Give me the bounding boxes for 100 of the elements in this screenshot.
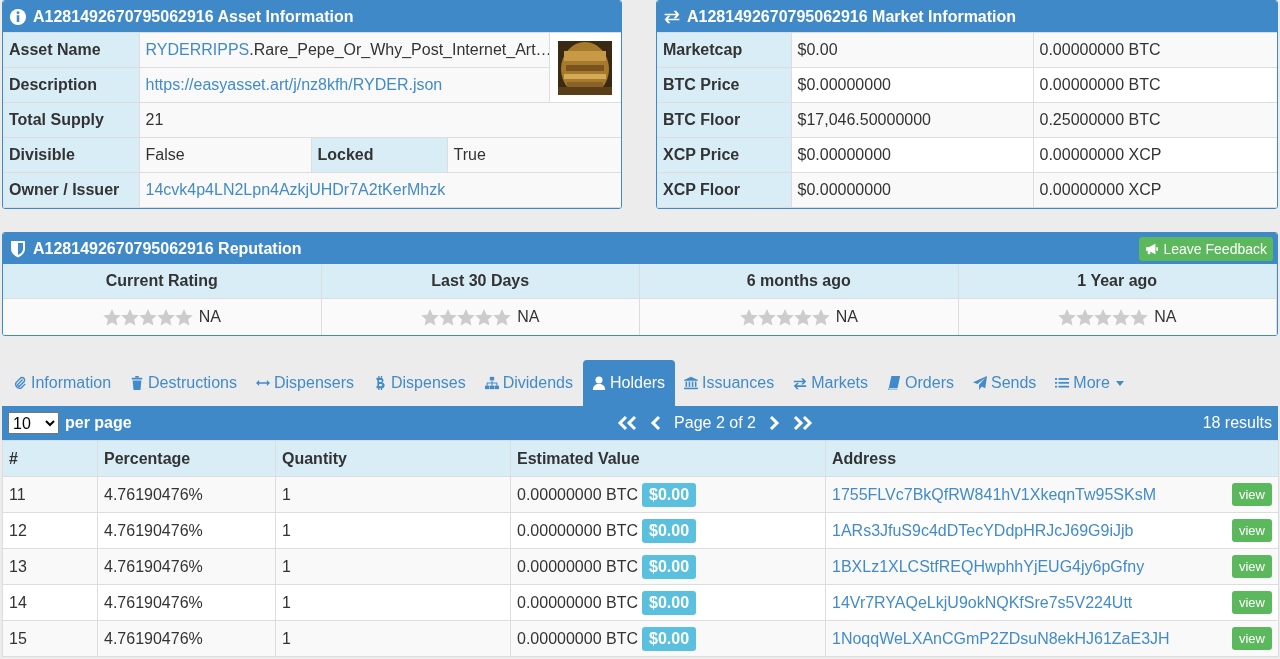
per-page-label: per page — [65, 414, 132, 432]
tab[interactable]: Issuances — [675, 360, 785, 406]
row-label: Locked — [311, 137, 447, 173]
rating-text: NA — [517, 308, 540, 326]
table-cell: 4.76190476% — [97, 548, 276, 585]
row-label: Description — [3, 67, 139, 103]
column-heading: 6 months ago — [640, 264, 959, 298]
view-button[interactable]: view — [1232, 483, 1272, 506]
view-button[interactable]: view — [1232, 591, 1272, 614]
address-link[interactable]: 1755FLVc7BkQfRW841hV1XkeqnTw95SKsM — [832, 485, 1157, 503]
column-header: Address — [825, 440, 1279, 477]
table-cell: 0.00000000 BTC — [1033, 67, 1277, 103]
first-page-icon[interactable] — [616, 415, 639, 431]
usd-value-badge: $0.00 — [642, 590, 697, 615]
usd-value-badge: $0.00 — [642, 518, 697, 543]
table-cell: 1 — [275, 512, 511, 549]
row-label: Owner / Issuer — [3, 172, 139, 208]
table-cell: 4.76190476% — [97, 512, 276, 549]
tab[interactable]: Holders — [582, 360, 676, 406]
table-cell: $0.00000000 — [791, 137, 1033, 173]
view-button[interactable]: view — [1232, 555, 1272, 578]
column-heading: Last 30 Days — [321, 264, 640, 298]
table-cell: 0.00000000 XCP — [1033, 172, 1277, 208]
row-label: Asset Name — [3, 32, 139, 68]
table-cell: 0.25000000 BTC — [1033, 102, 1277, 138]
rating-text: NA — [835, 308, 858, 326]
address-link[interactable]: 1ARs3JfuS9c4dDTecYDdpHRJcJ69G9iJjb — [832, 521, 1134, 539]
btc-value: 0.00000000 BTC — [517, 629, 638, 647]
owner-address-link[interactable]: 14cvk4p4LN2Lpn4AzkjUHDr7A2tKerMhzk — [139, 172, 621, 208]
column-header: Estimated Value — [510, 440, 826, 477]
tab[interactable]: Dispensers — [246, 360, 364, 406]
bank-icon — [684, 376, 699, 390]
row-label: BTC Floor — [657, 102, 791, 138]
list-icon — [1055, 376, 1070, 390]
table-cell: False — [139, 137, 311, 173]
user-icon — [591, 376, 606, 390]
btc-value: 0.00000000 BTC — [517, 593, 638, 611]
row-label: BTC Price — [657, 67, 791, 103]
table-cell: 14 — [2, 584, 98, 621]
next-page-icon[interactable] — [767, 415, 780, 431]
usd-value-badge: $0.00 — [642, 626, 697, 651]
column-header: Percentage — [97, 440, 276, 477]
column-header: Quantity — [275, 440, 511, 477]
table-cell: True — [447, 137, 621, 173]
per-page-select[interactable]: 10 — [8, 412, 59, 434]
tab[interactable]: Sends — [963, 360, 1047, 406]
address-link[interactable]: 14Vr7RYAQeLkjU9okNQKfSre7s5V224Utt — [832, 593, 1133, 611]
trash-icon — [130, 376, 145, 390]
book-icon — [887, 376, 902, 390]
exchange-icon — [793, 376, 808, 390]
btc-value: 0.00000000 BTC — [517, 485, 638, 503]
previous-page-icon[interactable] — [650, 415, 663, 431]
table-cell: 1 — [275, 548, 511, 585]
table-cell: 1 — [275, 476, 511, 513]
table-cell: 1 — [275, 620, 511, 657]
paper-plane-icon — [972, 376, 987, 390]
table-cell: $17,046.50000000 — [791, 102, 1033, 138]
shield-icon — [9, 239, 27, 258]
panel-title: A1281492670795062916 Market Information — [687, 7, 1017, 26]
page-indicator: Page 2 of 2 — [674, 414, 756, 432]
tab[interactable]: More — [1046, 360, 1134, 406]
table-cell: 12 — [2, 512, 98, 549]
panel-title: A1281492670795062916 Reputation — [33, 239, 302, 258]
tab[interactable]: Dispenses — [364, 360, 476, 406]
row-label: Divisible — [3, 137, 139, 173]
address-link[interactable]: 1NoqqWeLXAnCGmP2ZDsuN8ekHJ61ZaE3JH — [832, 629, 1170, 647]
column-heading: 1 Year ago — [958, 264, 1277, 298]
panel-title: A1281492670795062916 Asset Information — [33, 7, 354, 26]
tab[interactable]: Orders — [878, 360, 964, 406]
row-label: XCP Floor — [657, 172, 791, 208]
results-count: 18 results — [1202, 414, 1272, 431]
table-cell: 13 — [2, 548, 98, 585]
table-cell: 0.00000000 XCP — [1033, 137, 1277, 173]
table-cell: $0.00 — [791, 32, 1033, 68]
view-button[interactable]: view — [1232, 519, 1272, 542]
rating-text: NA — [198, 308, 221, 326]
view-button[interactable]: view — [1232, 627, 1272, 650]
tab[interactable]: Destructions — [121, 360, 247, 406]
column-header: # — [2, 440, 98, 477]
info-icon — [9, 7, 27, 26]
tab[interactable]: Dividends — [475, 360, 583, 406]
table-cell: 15 — [2, 620, 98, 657]
description-link[interactable]: https://easyasset.art/j/nz8kfh/RYDER.json — [139, 67, 549, 103]
row-label: Marketcap — [657, 32, 791, 68]
leave-feedback-button[interactable]: Leave Feedback — [1139, 236, 1273, 261]
usd-value-badge: $0.00 — [642, 482, 697, 507]
table-cell: 21 — [139, 102, 621, 138]
paperclip-icon — [13, 376, 27, 390]
table-cell: 1 — [275, 584, 511, 621]
asset-name-link[interactable]: RYDERRIPPS — [145, 41, 250, 58]
hierarchy-icon — [484, 376, 499, 390]
column-heading: Current Rating — [3, 264, 322, 298]
address-link[interactable]: 1BXLz1XLCStfREQHwphhYjEUG4jy6pGfny — [832, 557, 1145, 575]
table-cell: $0.00000000 — [791, 172, 1033, 208]
tab[interactable]: Information — [4, 360, 122, 406]
table-cell: $0.00000000 — [791, 67, 1033, 103]
last-page-icon[interactable] — [791, 415, 814, 431]
row-label: XCP Price — [657, 137, 791, 173]
usd-value-badge: $0.00 — [642, 554, 697, 579]
tab[interactable]: Markets — [784, 360, 879, 406]
